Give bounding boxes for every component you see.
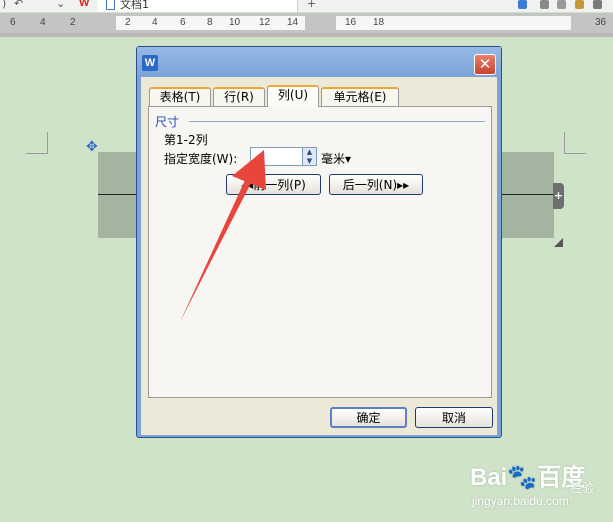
document-tab-label: 文档1	[120, 0, 149, 11]
user-icon[interactable]	[575, 0, 584, 9]
tab-table[interactable]: 表格(T)	[149, 87, 211, 106]
cloud-icon[interactable]	[518, 0, 527, 9]
wps-app-icon: W	[142, 55, 158, 71]
back-icon[interactable]: )	[2, 0, 6, 10]
dropdown-chevron-icon[interactable]: ⌄	[56, 0, 65, 10]
settings-icon[interactable]	[557, 0, 566, 9]
ruler-tick: 14	[287, 17, 299, 28]
baidu-jingyan-label: 经验	[570, 481, 595, 495]
column-tab-panel: 尺寸 第1-2列 指定宽度(W): ▲ ▼ 毫米▾ ◂◂前一列(P) 后一列(N…	[148, 106, 492, 398]
specify-width-checkbox-label[interactable]: 指定宽度(W):	[164, 150, 237, 167]
group-divider	[189, 121, 485, 122]
wps-logo: W	[79, 0, 90, 9]
spin-up-icon[interactable]: ▲	[303, 148, 316, 157]
ruler-tick: 8	[207, 17, 213, 28]
close-icon[interactable]: ✕	[474, 54, 496, 75]
page-margin-corner	[564, 132, 586, 154]
document-icon	[106, 0, 115, 10]
baidu-logo: Bai🐾百度	[470, 464, 586, 491]
ruler-shadow	[0, 33, 613, 37]
table-move-icon[interactable]: ✥	[86, 140, 98, 154]
column-range-label: 第1-2列	[164, 133, 208, 147]
ruler-tick: 16	[345, 17, 357, 28]
table-properties-dialog: W ✕ 表格(T) 行(R) 列(U) 单元格(E) 尺寸 第1-2列 指定宽度…	[136, 46, 502, 438]
ruler-tick: 6	[180, 17, 186, 28]
baidu-watermark: Bai🐾百度 经验 jingyan.baidu.com	[470, 457, 610, 519]
page-margin-corner	[26, 132, 48, 154]
horizontal-ruler[interactable]: 6 4 2 2 4 6 8 10 12 14 16 18 36	[0, 13, 613, 33]
title-bar: ) ↶ ⌄ W 文档1 +	[0, 0, 613, 12]
size-group-label: 尺寸	[155, 115, 180, 129]
previous-column-button[interactable]: ◂◂前一列(P)	[226, 174, 321, 195]
pen-icon[interactable]	[593, 0, 602, 9]
document-tab[interactable]: 文档1	[98, 0, 298, 12]
ruler-tick: 18	[373, 17, 385, 28]
ok-button[interactable]: 确定	[330, 407, 407, 428]
dialog-body: 表格(T) 行(R) 列(U) 单元格(E) 尺寸 第1-2列 指定宽度(W):…	[141, 77, 497, 435]
ruler-tick: 2	[125, 17, 131, 28]
baidu-url: jingyan.baidu.com	[472, 494, 569, 508]
width-spinner[interactable]: ▲ ▼	[303, 147, 317, 166]
table-row-divider	[98, 194, 138, 195]
table-row-divider	[500, 194, 554, 195]
tab-row[interactable]: 行(R)	[213, 87, 265, 106]
new-tab-icon[interactable]: +	[307, 0, 316, 10]
unit-select[interactable]: 毫米▾	[321, 150, 351, 167]
dialog-title-bar[interactable]: W ✕	[137, 47, 501, 77]
tab-cell[interactable]: 单元格(E)	[321, 87, 399, 106]
ruler-tick: 4	[152, 17, 158, 28]
shield-icon[interactable]	[540, 0, 549, 9]
table-selection-left[interactable]	[98, 152, 138, 238]
ruler-tick: 10	[229, 17, 241, 28]
ruler-tick: 6	[10, 17, 16, 28]
next-column-button[interactable]: 后一列(N)▸▸	[329, 174, 423, 195]
add-column-icon[interactable]: +	[553, 183, 564, 209]
toolbar-right	[513, 0, 613, 12]
ruler-tick: 12	[259, 17, 271, 28]
tab-column[interactable]: 列(U)	[267, 85, 319, 107]
table-resize-icon[interactable]	[554, 238, 563, 247]
ruler-text-area-right	[336, 16, 571, 30]
ruler-tick: 36	[595, 17, 607, 28]
column-width-input[interactable]	[250, 147, 303, 166]
ruler-tick: 2	[70, 17, 76, 28]
undo-icon[interactable]: ↶	[14, 0, 23, 10]
table-selection-right[interactable]	[500, 152, 554, 238]
cancel-button[interactable]: 取消	[415, 407, 493, 428]
ruler-tick: 4	[40, 17, 46, 28]
spin-down-icon[interactable]: ▼	[303, 157, 316, 166]
